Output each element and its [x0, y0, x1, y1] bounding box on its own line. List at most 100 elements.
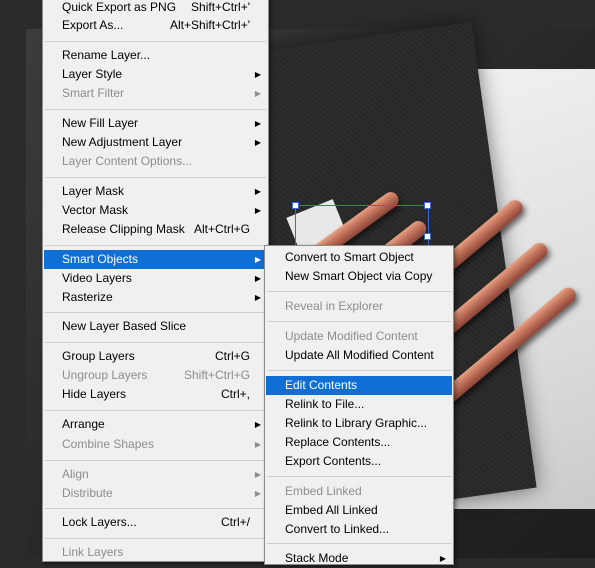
menu-item-label: Distribute	[62, 486, 113, 500]
menu-item-label: Embed All Linked	[285, 503, 378, 517]
menu-item-label: Smart Objects	[62, 252, 139, 266]
submenu-arrow-icon: ▶	[439, 554, 446, 563]
menu-item-edit-contents[interactable]: Edit Contents	[266, 376, 452, 395]
menu-separator	[45, 109, 266, 110]
menu-separator	[267, 476, 451, 477]
menu-item-ungroup-layers: Ungroup Layers Shift+Ctrl+G	[44, 366, 267, 385]
menu-item-label: Release Clipping Mask	[62, 222, 185, 236]
menu-separator	[45, 177, 266, 178]
menu-item-export-as[interactable]: Export As... Alt+Shift+Ctrl+'	[44, 16, 267, 35]
menu-item-link-layers: Link Layers	[44, 543, 267, 562]
menu-item-video-layers[interactable]: Video Layers ▶	[44, 269, 267, 288]
menu-item-label: Edit Contents	[285, 378, 358, 392]
menu-item-embed-all-linked[interactable]: Embed All Linked	[266, 501, 452, 520]
menu-item-align: Align ▶	[44, 465, 267, 484]
submenu-arrow-icon: ▶	[254, 420, 261, 429]
menu-separator	[267, 291, 451, 292]
menu-item-label: Layer Content Options...	[62, 154, 193, 168]
menu-item-new-adjustment-layer[interactable]: New Adjustment Layer ▶	[44, 133, 267, 152]
menu-item-release-clipping-mask[interactable]: Release Clipping Mask Alt+Ctrl+G	[44, 220, 267, 239]
menu-item-label: Convert to Smart Object	[285, 250, 414, 264]
menu-item-label: Hide Layers	[62, 387, 127, 401]
menu-item-group-layers[interactable]: Group Layers Ctrl+G	[44, 347, 267, 366]
submenu-arrow-icon: ▶	[254, 138, 261, 147]
menu-item-convert-to-linked[interactable]: Convert to Linked...	[266, 520, 452, 539]
menu-item-export-contents[interactable]: Export Contents...	[266, 452, 452, 471]
menu-item-label: Group Layers	[62, 349, 135, 363]
menu-item-smart-objects[interactable]: Smart Objects ▶	[44, 250, 267, 269]
menu-item-label: Relink to Library Graphic...	[285, 416, 428, 430]
menu-item-label: Rasterize	[62, 290, 113, 304]
menu-item-label: Vector Mask	[62, 203, 129, 217]
menu-item-new-fill-layer[interactable]: New Fill Layer ▶	[44, 114, 267, 133]
submenu-arrow-icon: ▶	[254, 119, 261, 128]
menu-item-rename-layer[interactable]: Rename Layer...	[44, 46, 267, 65]
menu-item-relink-to-library-graphic[interactable]: Relink to Library Graphic...	[266, 414, 452, 433]
transform-handle[interactable]	[424, 233, 431, 240]
menu-item-layer-style[interactable]: Layer Style ▶	[44, 65, 267, 84]
menu-item-label: Reveal in Explorer	[285, 299, 384, 313]
transform-handle[interactable]	[292, 202, 299, 209]
menu-item-label: Arrange	[62, 417, 105, 431]
menu-separator	[267, 543, 451, 544]
submenu-arrow-icon: ▶	[254, 489, 261, 498]
menu-separator	[45, 538, 266, 539]
submenu-arrow-icon: ▶	[254, 274, 261, 283]
menu-item-label: Relink to File...	[285, 397, 365, 411]
layer-menu: Quick Export as PNG Shift+Ctrl+' Export As…	[42, 0, 269, 562]
menu-separator	[45, 342, 266, 343]
menu-item-label: Link Layers	[62, 545, 124, 559]
menu-item-stack-mode[interactable]: Stack Mode ▶	[266, 549, 452, 568]
menu-item-combine-shapes: Combine Shapes ▶	[44, 435, 267, 454]
menu-item-label: Ungroup Layers	[62, 368, 148, 382]
menu-item-label: Layer Style	[62, 67, 123, 81]
shortcut-label: Alt+Shift+Ctrl+'	[170, 18, 250, 32]
menu-item-label: Update All Modified Content	[285, 348, 434, 362]
menu-item-arrange[interactable]: Arrange ▶	[44, 415, 267, 434]
menu-item-update-all-modified-content[interactable]: Update All Modified Content	[266, 346, 452, 365]
menu-separator	[45, 410, 266, 411]
menu-item-label: Quick Export as PNG	[62, 0, 177, 14]
submenu-arrow-icon: ▶	[254, 70, 261, 79]
menu-separator	[45, 460, 266, 461]
shortcut-label: Ctrl+,	[220, 387, 250, 401]
shortcut-label: Ctrl+G	[214, 349, 250, 363]
menu-item-layer-mask[interactable]: Layer Mask ▶	[44, 182, 267, 201]
menu-item-replace-contents[interactable]: Replace Contents...	[266, 433, 452, 452]
menu-item-label: Embed Linked	[285, 484, 362, 498]
menu-separator	[45, 245, 266, 246]
menu-item-rasterize[interactable]: Rasterize ▶	[44, 288, 267, 307]
menu-item-convert-to-smart-object[interactable]: Convert to Smart Object	[266, 248, 452, 267]
menu-item-vector-mask[interactable]: Vector Mask ▶	[44, 201, 267, 220]
submenu-arrow-icon: ▶	[254, 255, 261, 264]
submenu-arrow-icon: ▶	[254, 206, 261, 215]
menu-item-new-smart-object-via-copy[interactable]: New Smart Object via Copy	[266, 267, 452, 286]
menu-separator	[267, 321, 451, 322]
shortcut-label: Alt+Ctrl+G	[193, 222, 250, 236]
menu-item-label: Update Modified Content	[285, 329, 418, 343]
menu-item-smart-filter: Smart Filter ▶	[44, 84, 267, 103]
menu-item-embed-linked: Embed Linked	[266, 482, 452, 501]
menu-item-label: Video Layers	[62, 271, 132, 285]
menu-item-label: Export Contents...	[285, 454, 382, 468]
menu-item-label: Stack Mode	[285, 551, 349, 565]
menu-separator	[267, 370, 451, 371]
menu-item-distribute: Distribute ▶	[44, 484, 267, 503]
menu-item-label: Export As...	[62, 18, 124, 32]
menu-item-label: Combine Shapes	[62, 437, 155, 451]
menu-item-label: Align	[62, 467, 89, 481]
menu-item-label: Rename Layer...	[62, 48, 151, 62]
submenu-arrow-icon: ▶	[254, 440, 261, 449]
menu-item-label: New Smart Object via Copy	[285, 269, 433, 283]
submenu-arrow-icon: ▶	[254, 187, 261, 196]
menu-separator	[45, 508, 266, 509]
menu-separator	[45, 312, 266, 313]
menu-item-relink-to-file[interactable]: Relink to File...	[266, 395, 452, 414]
menu-item-layer-content-options: Layer Content Options...	[44, 152, 267, 171]
menu-item-quick-export-as-png[interactable]: Quick Export as PNG Shift+Ctrl+'	[44, 0, 267, 17]
menu-item-hide-layers[interactable]: Hide Layers Ctrl+,	[44, 385, 267, 404]
menu-item-lock-layers[interactable]: Lock Layers... Ctrl+/	[44, 513, 267, 532]
menu-item-new-layer-based-slice[interactable]: New Layer Based Slice	[44, 317, 267, 336]
transform-handle[interactable]	[424, 202, 431, 209]
menu-item-label: New Adjustment Layer	[62, 135, 183, 149]
